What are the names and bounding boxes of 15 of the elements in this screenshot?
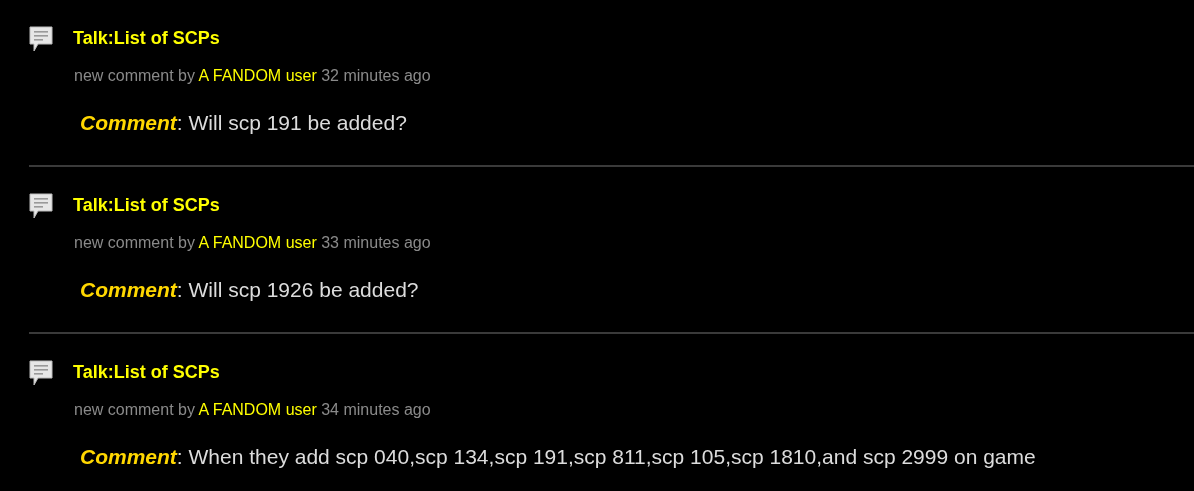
comment-icon	[29, 360, 53, 386]
user-link[interactable]: A FANDOM user	[198, 234, 317, 251]
comment-meta: new comment by A FANDOM user 34 minutes ago	[74, 400, 432, 420]
comment-icon	[29, 26, 53, 52]
comment-meta: new comment by A FANDOM user 32 minutes ago	[74, 66, 432, 86]
comment-text: Comment: Will scp 1926 be added?	[80, 277, 420, 303]
comment-text: Comment: Will scp 191 be added?	[80, 110, 408, 136]
comment-icon	[29, 193, 53, 219]
page-title-link[interactable]: Talk:List of SCPs	[73, 193, 220, 217]
page-title-link[interactable]: Talk:List of SCPs	[73, 26, 220, 50]
page-title-link[interactable]: Talk:List of SCPs	[73, 360, 220, 384]
user-link[interactable]: A FANDOM user	[198, 67, 317, 84]
user-link[interactable]: A FANDOM user	[198, 401, 317, 418]
comment-meta: new comment by A FANDOM user 33 minutes ago	[74, 233, 432, 253]
comment-text: Comment: When they add scp 040,scp 134,scp 191,scp 811,scp 105,scp 1810,and scp 2999 on game	[80, 444, 1037, 470]
